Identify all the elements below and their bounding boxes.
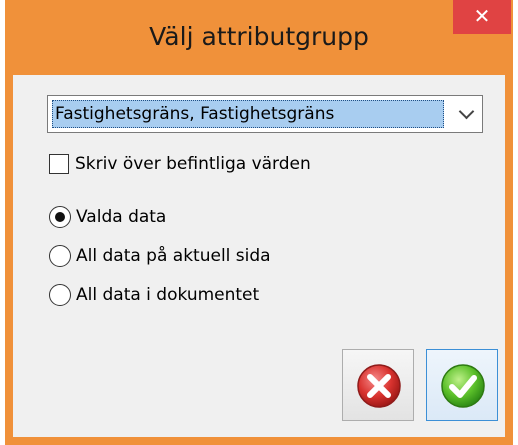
radio-option-current-page[interactable]: All data på aktuell sida [49,243,271,269]
ok-check-icon [441,364,485,408]
overwrite-checkbox[interactable] [49,154,69,174]
radio-selected-data[interactable] [49,206,71,228]
ok-button[interactable] [426,349,498,421]
attribute-group-dropdown[interactable]: Fastighetsgräns, Fastighetsgräns [47,95,483,133]
overwrite-checkbox-row[interactable]: Skriv över befintliga värden [49,151,311,177]
radio-label-document: All data i dokumentet [76,285,260,305]
radio-current-page[interactable] [49,245,71,267]
radio-option-document[interactable]: All data i dokumentet [49,282,259,308]
radio-document[interactable] [49,284,71,306]
chevron-down-icon[interactable] [458,103,475,120]
title-bar[interactable]: Välj attributgrupp ✕ [5,0,513,75]
cancel-icon [357,364,401,408]
overwrite-label: Skriv över befintliga värden [75,154,311,174]
close-icon: ✕ [473,4,491,28]
close-button[interactable]: ✕ [453,0,511,34]
attribute-group-selected-value: Fastighetsgräns, Fastighetsgräns [52,100,444,128]
dialog-title: Välj attributgrupp [149,22,369,51]
dialog-window: Välj attributgrupp ✕ Fastighetsgräns, Fa… [5,0,513,445]
radio-label-selected-data: Valda data [76,207,167,227]
radio-label-current-page: All data på aktuell sida [76,246,271,266]
dialog-body: Fastighetsgräns, Fastighetsgräns Skriv ö… [13,75,505,437]
cancel-button[interactable] [342,349,414,421]
radio-option-selected-data[interactable]: Valda data [49,204,166,230]
